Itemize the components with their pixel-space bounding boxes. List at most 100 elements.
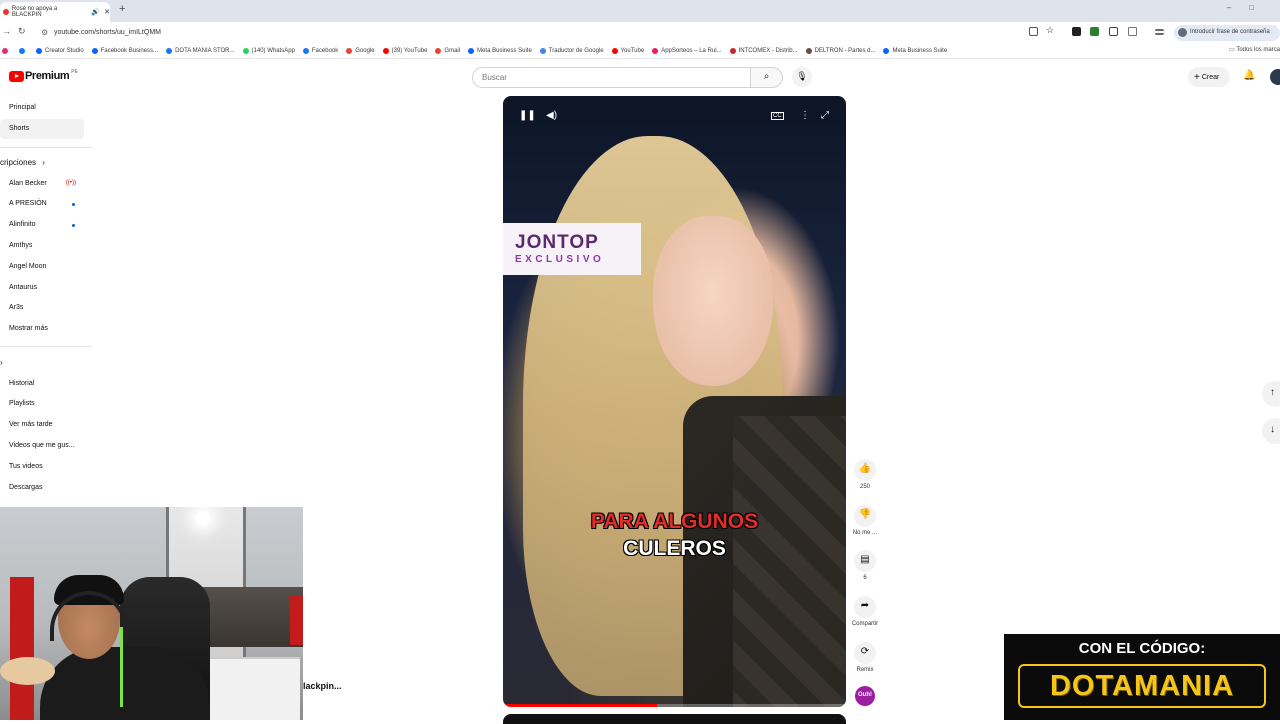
sidebar-divider: [0, 346, 92, 347]
share-button[interactable]: ➦ Compartir: [849, 596, 881, 627]
notifications-bell-icon[interactable]: 🔔: [1243, 70, 1255, 81]
new-tab-button[interactable]: +: [119, 3, 125, 15]
bookmark-item[interactable]: (39) YouTube: [382, 48, 427, 54]
bookmark-item[interactable]: Traductor de Google: [539, 48, 604, 54]
password-prompt-text: Introducir frase de contraseña: [1190, 29, 1270, 35]
shorts-video-player[interactable]: ❚❚ ◀) CC ⋮ ⤢ JONTOP EXCLUSIVO PARA ALGUN…: [503, 96, 846, 707]
webcam-red-object: [290, 595, 303, 645]
profile-icon: [1178, 28, 1187, 37]
sidebar-item-liked-videos[interactable]: Videos que me gus...: [0, 436, 84, 456]
promo-code-overlay: CON EL CÓDIGO: DOTAMANIA: [1004, 634, 1280, 720]
bookmark-item[interactable]: DELTRON - Partes d...: [805, 48, 875, 54]
webcam-red-object: [10, 577, 34, 720]
close-tab-icon[interactable]: ✕: [104, 8, 110, 16]
bookmark-icon: [468, 48, 475, 54]
bookmark-item[interactable]: Google: [346, 48, 375, 54]
next-short-button[interactable]: ↓: [1262, 418, 1280, 444]
sidebar-item-historial[interactable]: Historial: [0, 374, 84, 394]
bookmark-item[interactable]: Creator Studio: [36, 48, 84, 54]
webcam-streamer-body: [40, 647, 210, 720]
sidebar-sub-channel[interactable]: Antaurus: [0, 278, 84, 298]
bookmark-item[interactable]: DOTA MANIA STOR...: [166, 48, 235, 54]
comments-button[interactable]: ▤ 6: [849, 550, 881, 581]
sidebar-item-downloads[interactable]: Descargas: [0, 478, 84, 498]
avatar[interactable]: [1270, 69, 1280, 85]
channel-avatar[interactable]: Ouh!: [855, 686, 875, 706]
sidebar-sub-channel[interactable]: Angel Moon: [0, 257, 84, 277]
sidebar-sub-channel[interactable]: Ar3s: [0, 298, 84, 318]
bookmark-item[interactable]: Meta Business Suite: [883, 48, 947, 54]
puzzle-icon[interactable]: [1128, 27, 1137, 36]
video-frame-face: [653, 216, 773, 386]
sidebar-sub-channel[interactable]: Alinfinito: [0, 215, 84, 235]
speaker-icon[interactable]: 🔊: [91, 8, 100, 16]
video-progress-fill: [503, 704, 658, 707]
window-controls[interactable]: –□: [1227, 3, 1272, 12]
captions-icon[interactable]: CC: [771, 112, 784, 120]
voice-search-button[interactable]: 🎙: [792, 67, 812, 87]
sidebar-item-playlists[interactable]: Playlists: [0, 394, 84, 414]
tab-title: Rosé no apoya a BLACKPIN: [11, 6, 58, 18]
forward-icon[interactable]: →: [2, 26, 11, 36]
bookmark-icon: [166, 48, 173, 54]
facebook-bookmark-icon[interactable]: [19, 48, 28, 54]
address-bar[interactable]: ⚙ youtube.com/shorts/uu_imILtQMM: [38, 25, 1168, 41]
bookmark-item[interactable]: AppSorteos – La Rul...: [652, 48, 722, 54]
sidebar-item-your-videos[interactable]: Tus videos: [0, 457, 84, 477]
bookmark-item[interactable]: Facebook: [302, 48, 338, 54]
you-section-chevron-icon[interactable]: ›: [0, 358, 3, 367]
like-button[interactable]: 👍 250: [849, 459, 881, 490]
search-button[interactable]: ⌕: [751, 67, 783, 88]
bookmark-item[interactable]: (140) WhatsApp: [242, 48, 295, 54]
next-short-preview[interactable]: [503, 714, 846, 724]
sidebar-sub-channel[interactable]: A PRESIÓN: [0, 194, 84, 214]
bookmark-item[interactable]: YouTube: [611, 48, 644, 54]
bookmark-icon: [729, 48, 736, 54]
bookmark-icon: [805, 48, 812, 54]
sidebar-item-watch-later[interactable]: Ver más tarde: [0, 415, 84, 435]
pause-icon[interactable]: ❚❚: [519, 110, 536, 121]
volume-icon[interactable]: ◀): [546, 110, 557, 121]
video-progress-bar[interactable]: [503, 704, 846, 707]
password-prompt[interactable]: Introducir frase de contraseña: [1174, 25, 1280, 41]
extension-icon[interactable]: [1072, 27, 1081, 36]
browser-tab[interactable]: Rosé no apoya a BLACKPIN 🔊 ✕: [0, 2, 110, 22]
extension-icon[interactable]: [1090, 27, 1099, 36]
fullscreen-icon[interactable]: ⤢: [821, 110, 829, 121]
search-input[interactable]: Buscar: [472, 67, 751, 88]
bookmark-item[interactable]: Facebook Business...: [91, 48, 158, 54]
instagram-bookmark-icon[interactable]: [2, 48, 11, 54]
url-text: youtube.com/shorts/uu_imILtQMM: [54, 29, 161, 36]
reload-icon[interactable]: ↻: [18, 26, 26, 37]
more-options-icon[interactable]: ⋮: [800, 110, 810, 121]
star-icon[interactable]: ☆: [1046, 25, 1055, 35]
remix-button[interactable]: ⟳ Remix: [849, 642, 881, 673]
dislike-button[interactable]: 👎 No me ...: [849, 505, 881, 536]
sidebar-sub-channel[interactable]: Alan Becker ((•)): [0, 174, 84, 194]
bookmark-icon: [302, 48, 309, 54]
install-icon[interactable]: [1029, 27, 1038, 36]
sidebar-item-principal[interactable]: Principal: [0, 98, 84, 118]
show-more-button[interactable]: Mostrar más: [0, 319, 84, 339]
new-content-dot: [72, 224, 75, 227]
arrow-up-icon: ↑: [1270, 387, 1275, 398]
create-button[interactable]: + Crear: [1188, 67, 1230, 87]
sidebar-item-shorts[interactable]: Shorts: [0, 119, 84, 139]
bookmark-icon: [382, 48, 389, 54]
sidebar-sub-channel[interactable]: Amthys: [0, 236, 84, 256]
video-watermark-brand: JONTOP EXCLUSIVO: [503, 223, 641, 275]
youtube-play-icon: [9, 70, 24, 82]
bookmark-icon: [346, 48, 353, 54]
site-info-icon[interactable]: ⚙: [41, 28, 48, 37]
webcam-plate: [0, 657, 55, 685]
bookmark-item[interactable]: Gmail: [435, 48, 460, 54]
all-bookmarks-button[interactable]: ▭ Todos los marca: [1227, 46, 1280, 53]
bookmark-item[interactable]: INTCOMEX - Distrib...: [729, 48, 798, 54]
screenshot-icon[interactable]: [1109, 27, 1118, 36]
previous-short-button[interactable]: ↑: [1262, 381, 1280, 407]
subscriptions-heading[interactable]: cripciones ›: [0, 158, 45, 167]
bookmark-item[interactable]: Meta Business Suite: [468, 48, 532, 54]
promo-code: DOTAMANIA: [1018, 664, 1266, 708]
youtube-premium-logo[interactable]: Premium PE: [9, 69, 78, 82]
media-icon[interactable]: [1155, 29, 1164, 35]
